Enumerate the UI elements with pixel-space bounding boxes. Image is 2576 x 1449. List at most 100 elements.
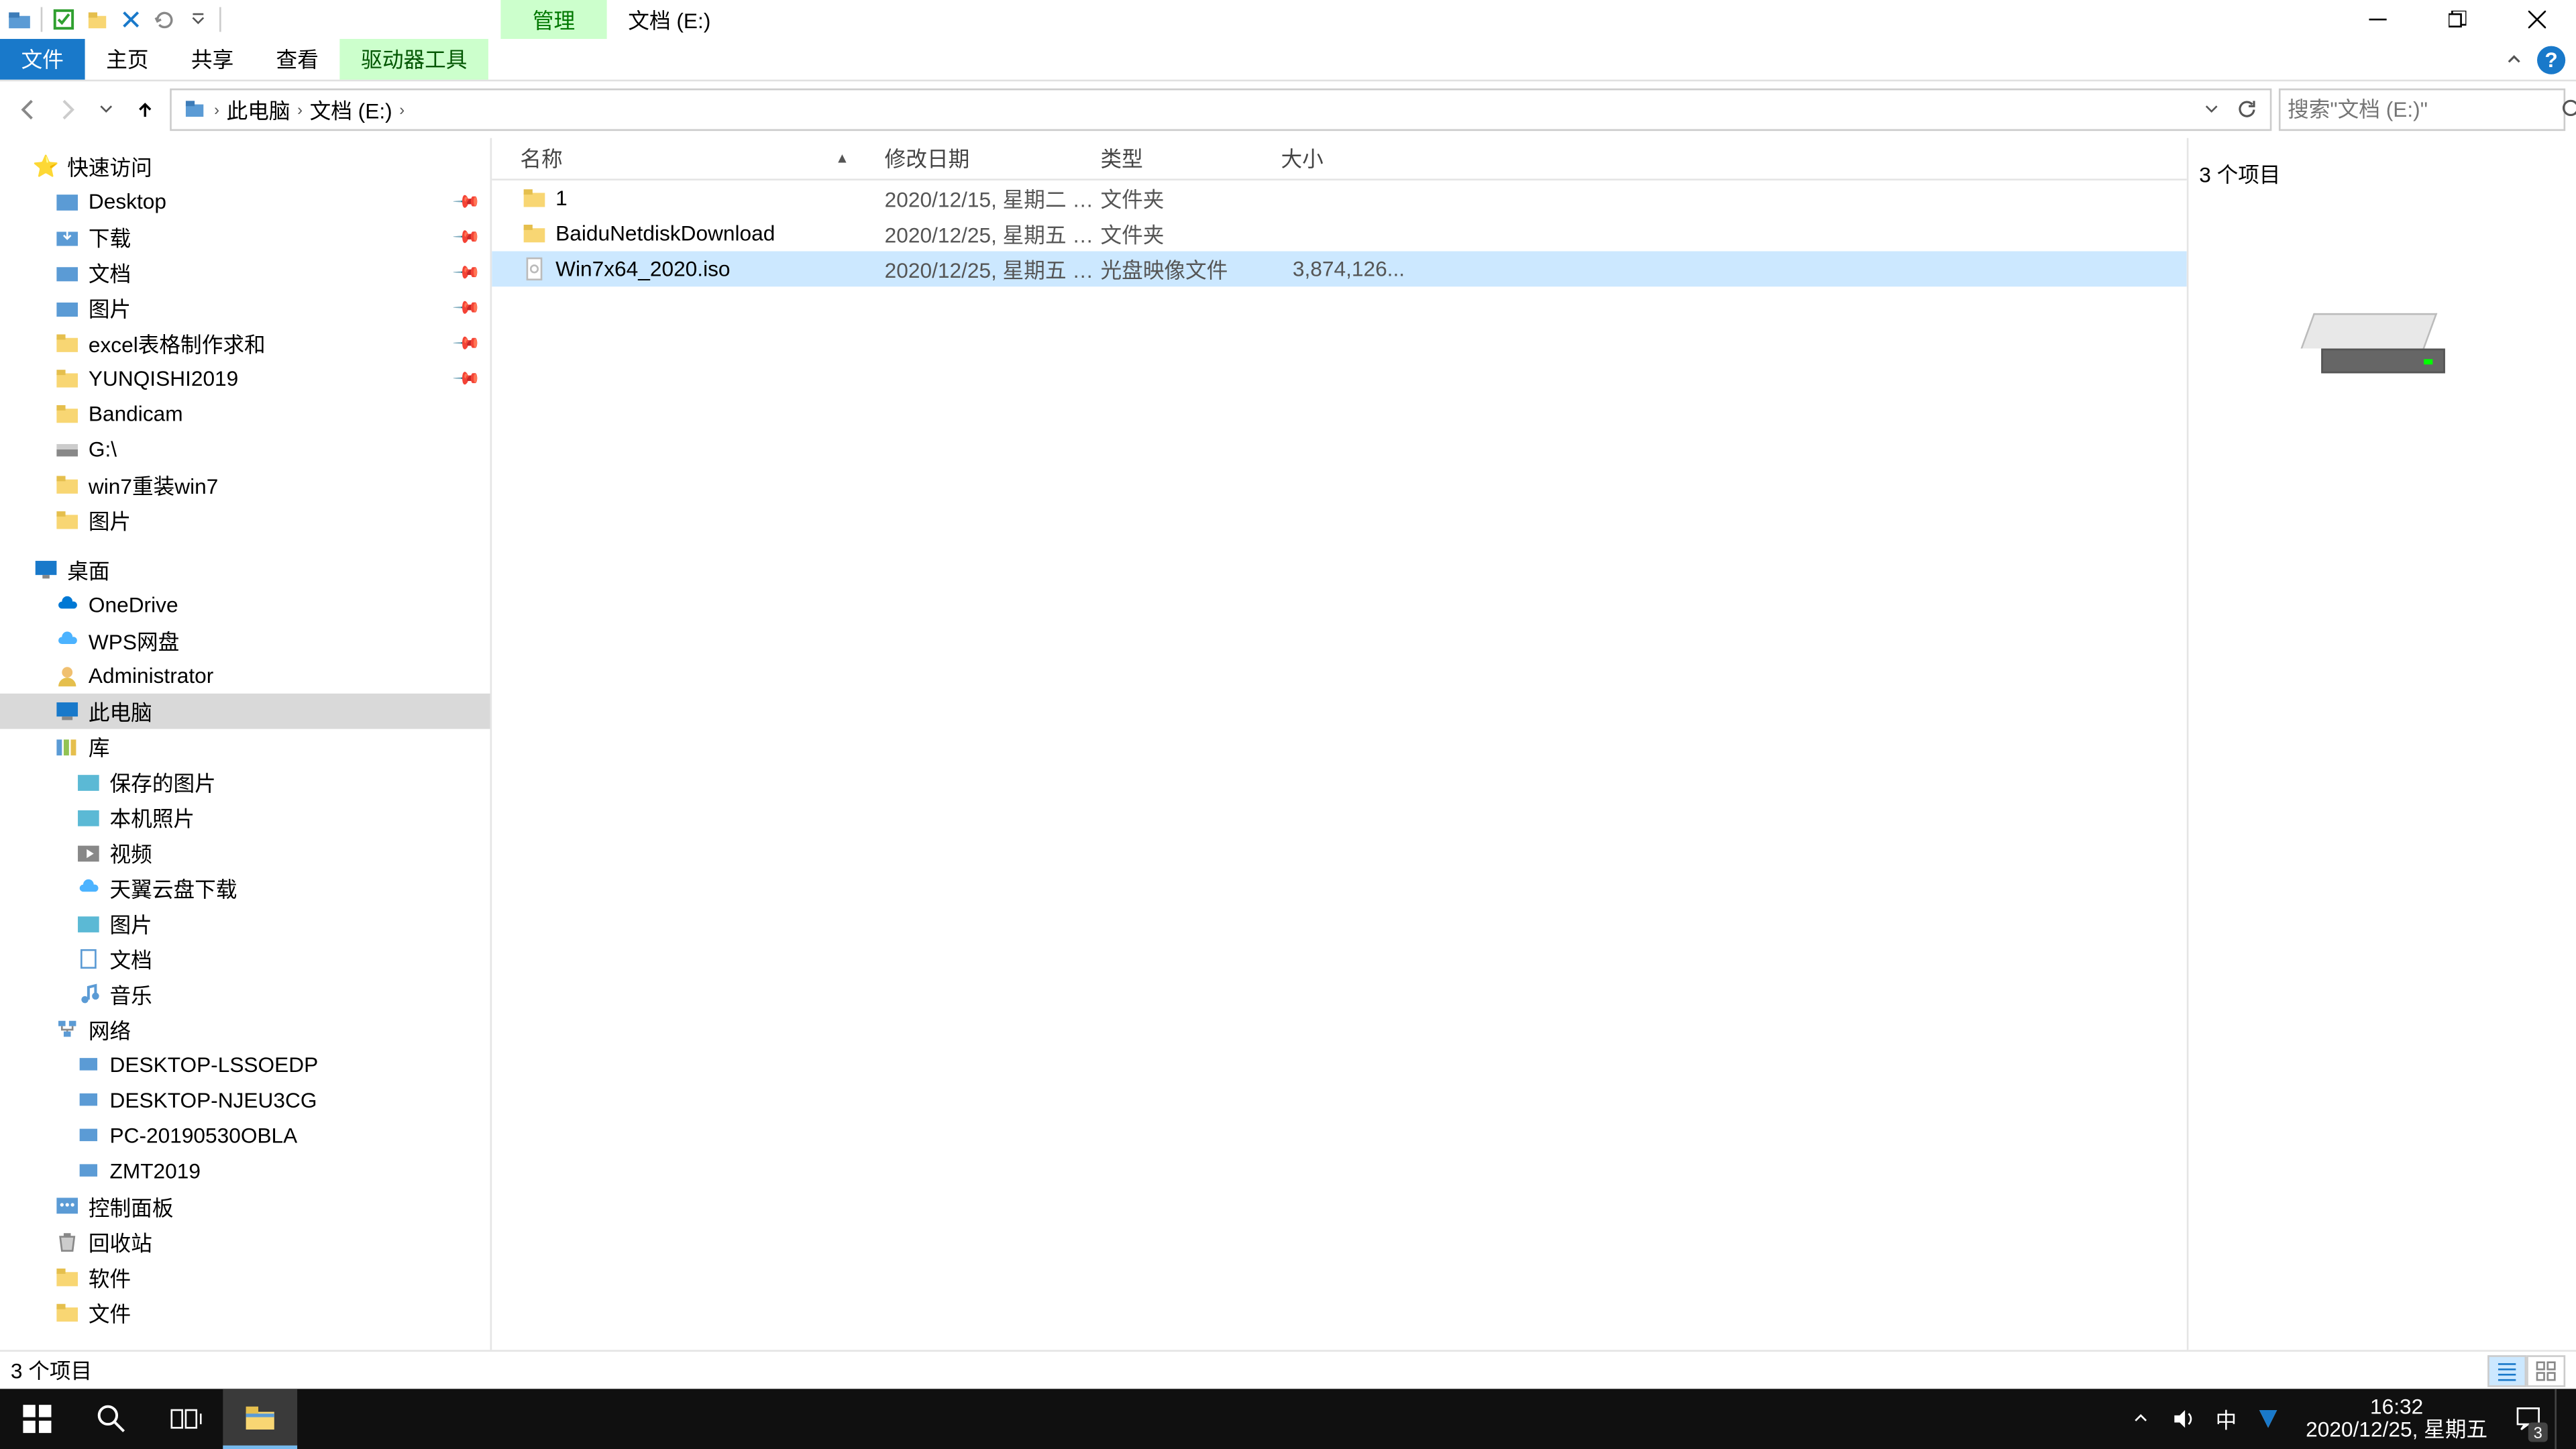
tree-admin[interactable]: Administrator — [0, 658, 490, 694]
start-button[interactable] — [0, 1389, 74, 1449]
file-list[interactable]: 名称▲ 修改日期 类型 大小 12020/12/15, 星期二 1...文件夹B… — [492, 138, 2187, 1350]
tab-view[interactable]: 查看 — [255, 39, 340, 80]
search-button[interactable] — [74, 1389, 149, 1449]
breadcrumb-computer[interactable]: 此电脑 — [223, 95, 294, 125]
view-details-button[interactable] — [2487, 1354, 2526, 1386]
nav-forward-button[interactable] — [50, 92, 85, 127]
tray-chevron-icon[interactable] — [2122, 1389, 2161, 1449]
address-dropdown-icon[interactable] — [2196, 94, 2227, 125]
computer-icon — [74, 1086, 103, 1114]
undo-icon[interactable] — [149, 3, 180, 35]
tree-onedrive[interactable]: OneDrive — [0, 588, 490, 623]
nav-back-button[interactable] — [11, 92, 46, 127]
column-name[interactable]: 名称▲ — [492, 144, 884, 174]
delete-icon[interactable] — [115, 3, 146, 35]
tree-pictures[interactable]: 图片📌 — [0, 290, 490, 326]
app-icon[interactable] — [3, 3, 35, 35]
tree-this-pc[interactable]: 此电脑 — [0, 694, 490, 729]
column-type[interactable]: 类型 — [1100, 144, 1281, 174]
address-bar[interactable]: › 此电脑 › 文档 (E:) › — [170, 89, 2271, 131]
tab-share[interactable]: 共享 — [170, 39, 255, 80]
file-row[interactable]: Win7x64_2020.iso2020/12/25, 星期五 1...光盘映像… — [492, 252, 2187, 287]
download-icon — [53, 223, 81, 251]
view-icons-button[interactable] — [2526, 1354, 2565, 1386]
ribbon-collapse-icon[interactable] — [2502, 47, 2526, 72]
column-date[interactable]: 修改日期 — [885, 144, 1101, 174]
breadcrumb-root[interactable] — [178, 97, 210, 122]
column-size[interactable]: 大小 — [1281, 144, 1405, 174]
taskbar-clock[interactable]: 16:32 2020/12/25, 星期五 — [2292, 1396, 2502, 1442]
search-icon[interactable] — [2562, 98, 2576, 121]
taskview-button[interactable] — [149, 1389, 223, 1449]
tree-pictures2[interactable]: 图片 — [0, 502, 490, 538]
tree-zdesktop[interactable]: 桌面 — [0, 552, 490, 588]
chevron-right-icon[interactable]: › — [211, 101, 223, 118]
preview-title: 3 个项目 — [2188, 159, 2280, 189]
tree-software[interactable]: 软件 — [0, 1260, 490, 1295]
tree-excel[interactable]: excel表格制作求和📌 — [0, 325, 490, 361]
breadcrumb-drive[interactable]: 文档 (E:) — [306, 95, 396, 125]
refresh-icon[interactable] — [2231, 94, 2263, 125]
tree-pc2[interactable]: DESKTOP-NJEU3CG — [0, 1083, 490, 1118]
folder-icon — [520, 219, 548, 248]
tree-win7[interactable]: win7重装win7 — [0, 467, 490, 502]
tree-recycle[interactable]: 回收站 — [0, 1224, 490, 1260]
help-icon[interactable]: ? — [2537, 45, 2565, 73]
nav-up-button[interactable] — [127, 92, 163, 127]
tree-quick-access[interactable]: ⭐快速访问 — [0, 149, 490, 184]
nav-history-dropdown[interactable] — [89, 92, 124, 127]
tree-pics3[interactable]: 图片 — [0, 906, 490, 941]
nav-tree[interactable]: ⭐快速访问 Desktop📌 下载📌 文档📌 图片📌 excel表格制作求和📌 … — [0, 138, 492, 1350]
minimize-button[interactable] — [2337, 0, 2417, 39]
chevron-right-icon[interactable]: › — [294, 101, 306, 118]
file-row[interactable]: 12020/12/15, 星期二 1...文件夹 — [492, 180, 2187, 216]
tree-savedpics[interactable]: 保存的图片 — [0, 764, 490, 800]
qat-dropdown-icon[interactable] — [182, 3, 214, 35]
tab-drive-tools[interactable]: 驱动器工具 — [340, 39, 489, 80]
tree-video[interactable]: 视频 — [0, 835, 490, 871]
tree-yunqishi[interactable]: YUNQISHI2019📌 — [0, 361, 490, 396]
chevron-right-icon[interactable]: › — [396, 101, 408, 118]
tree-control-panel[interactable]: 控制面板 — [0, 1189, 490, 1224]
search-box[interactable] — [2279, 89, 2565, 131]
tab-file[interactable]: 文件 — [0, 39, 85, 80]
close-button[interactable] — [2496, 0, 2576, 39]
tree-docs3[interactable]: 文档 — [0, 941, 490, 977]
search-input[interactable] — [2288, 97, 2562, 122]
pin-icon: 📌 — [450, 223, 480, 252]
tree-network[interactable]: 网络 — [0, 1012, 490, 1048]
tree-tycloud[interactable]: 天翼云盘下载 — [0, 871, 490, 906]
new-folder-icon[interactable] — [81, 3, 113, 35]
tree-documents[interactable]: 文档📌 — [0, 255, 490, 290]
tray-ime[interactable]: 中 — [2206, 1389, 2245, 1449]
address-bar-row: › 此电脑 › 文档 (E:) › — [0, 81, 2576, 138]
show-desktop-button[interactable] — [2555, 1389, 2565, 1449]
tree-library[interactable]: 库 — [0, 729, 490, 765]
tree-pc1[interactable]: DESKTOP-LSSOEDP — [0, 1047, 490, 1083]
tree-localpics[interactable]: 本机照片 — [0, 800, 490, 835]
tray-security-icon[interactable] — [2249, 1389, 2288, 1449]
folder-icon — [520, 184, 548, 212]
folder-icon — [53, 506, 81, 534]
tree-pc3[interactable]: PC-20190530OBLA — [0, 1118, 490, 1154]
tree-desktop[interactable]: Desktop📌 — [0, 184, 490, 219]
tree-music[interactable]: 音乐 — [0, 977, 490, 1012]
tray-volume-icon[interactable] — [2164, 1389, 2203, 1449]
notification-center-icon[interactable]: 3 — [2506, 1389, 2552, 1449]
tree-bandicam[interactable]: Bandicam — [0, 396, 490, 432]
tree-pc4[interactable]: ZMT2019 — [0, 1154, 490, 1189]
file-date: 2020/12/25, 星期五 1... — [885, 219, 1101, 249]
maximize-button[interactable] — [2417, 0, 2497, 39]
tree-gdrive[interactable]: G:\ — [0, 432, 490, 468]
network-icon — [53, 1016, 81, 1044]
folder-icon — [53, 188, 81, 216]
tab-home[interactable]: 主页 — [85, 39, 170, 80]
file-row[interactable]: BaiduNetdiskDownload2020/12/25, 星期五 1...… — [492, 216, 2187, 252]
computer-icon — [53, 697, 81, 725]
tree-files[interactable]: 文件 — [0, 1295, 490, 1331]
taskbar-explorer[interactable] — [223, 1389, 297, 1449]
preview-pane: 3 个项目 — [2187, 138, 2576, 1350]
tree-downloads[interactable]: 下载📌 — [0, 219, 490, 255]
tree-wps[interactable]: WPS网盘 — [0, 623, 490, 658]
properties-icon[interactable] — [48, 3, 79, 35]
